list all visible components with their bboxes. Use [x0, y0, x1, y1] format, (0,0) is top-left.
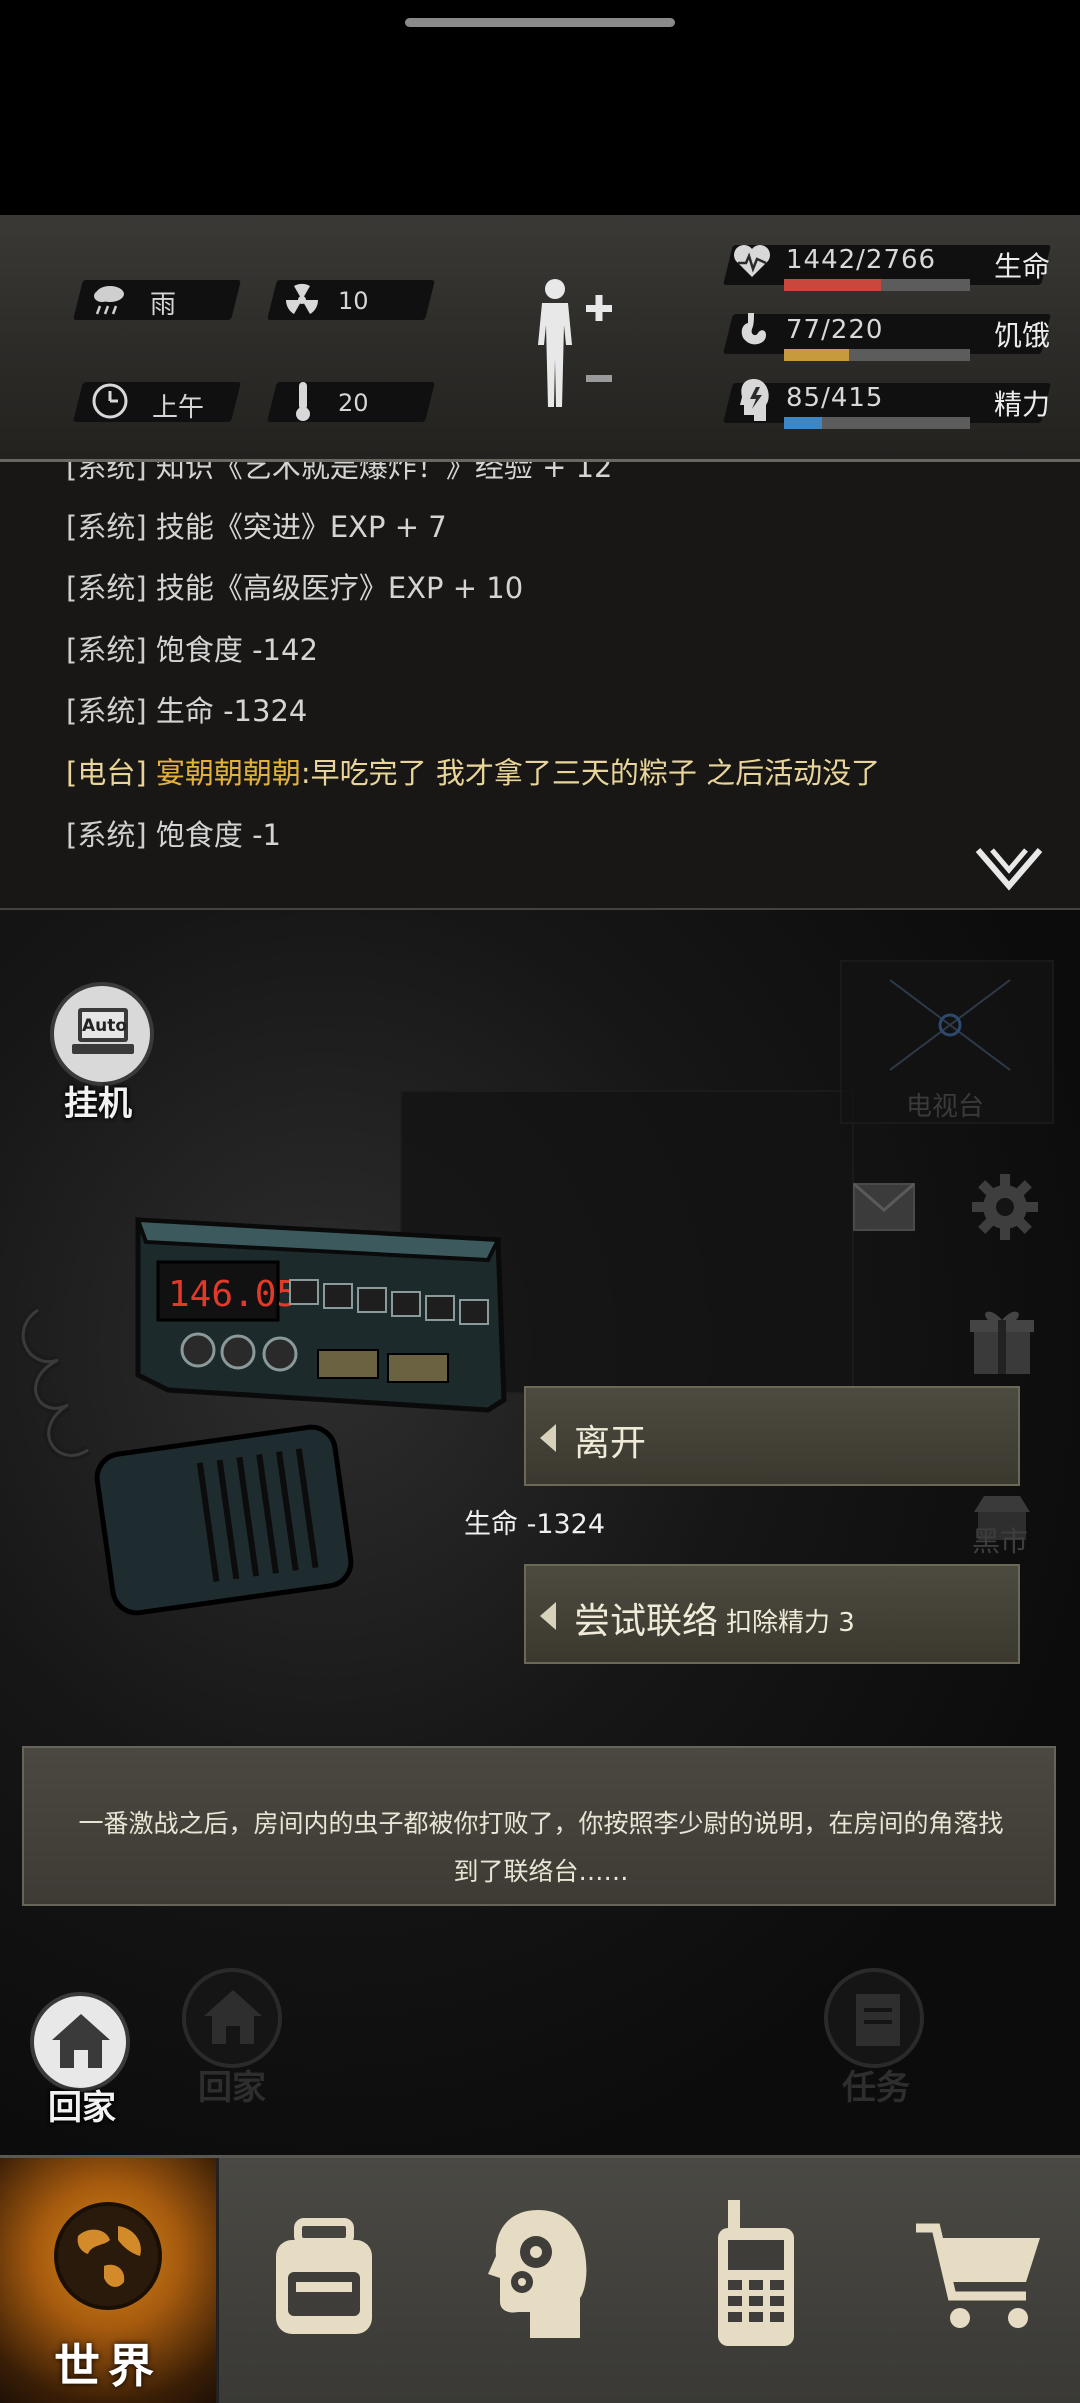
option-try-contact-button[interactable]: 尝试联络 扣除精力 3	[524, 1564, 1020, 1664]
go-home-button[interactable]	[30, 1992, 130, 2092]
settings-gear-icon[interactable]	[970, 1172, 1040, 1242]
health-label: 生命	[994, 250, 1051, 283]
nav-radio-tab[interactable]	[648, 2158, 864, 2403]
health-bar	[784, 279, 970, 291]
scene-area: 电视台 Auto 挂机 黑市 146.05 离开 生命 -1324 尝试联络 扣…	[0, 910, 1080, 2155]
nav-shop-tab[interactable]	[864, 2158, 1080, 2403]
energy-label: 精力	[994, 388, 1051, 421]
head-energy-icon	[740, 379, 769, 421]
nav-world-label: 世界	[54, 2339, 162, 2393]
stats-panel: 雨 10 上午 20 1442/2766 生命 77/220 饥饿 85/415…	[0, 215, 1080, 462]
option-leave-label: 离开	[574, 1423, 647, 1464]
globe-icon	[54, 2202, 162, 2310]
tv-station-icon[interactable]	[880, 970, 1020, 1080]
radio-transceiver-illustration[interactable]: 146.05	[18, 1200, 518, 1620]
home-ghost-label: 回家	[198, 2068, 266, 2108]
nav-backpack-tab[interactable]	[216, 2158, 432, 2403]
weather-value: 雨	[150, 290, 177, 320]
time-value: 上午	[152, 393, 205, 423]
log-line: [系统] 饱食度 -1	[66, 818, 281, 852]
rain-cloud-icon	[94, 286, 124, 315]
clock-icon	[92, 383, 128, 419]
message-log[interactable]: [系统] 知识《艺术就是爆炸！》经验 + 12 [系统] 技能《突进》EXP +…	[0, 462, 1080, 911]
option-cost-label: 扣除精力 3	[726, 1608, 855, 1638]
head-gears-icon	[488, 2210, 587, 2338]
radiation-value: 10	[338, 287, 369, 315]
hunger-bar-fill	[784, 349, 850, 361]
log-line: [系统] 技能《突进》EXP + 7	[66, 510, 447, 544]
black-market-label: 黑市	[972, 1525, 1029, 1558]
tv-station-label: 电视台	[906, 1092, 985, 1122]
energy-text: 85/415	[786, 383, 884, 413]
option-leave-button[interactable]: 离开	[524, 1386, 1020, 1486]
task-list-icon	[856, 1994, 900, 2046]
option-arrow-icon	[540, 1602, 556, 1630]
task-ghost-button	[824, 1968, 924, 2068]
nav-world-tab[interactable]: 世界	[0, 2158, 219, 2403]
home-indicator[interactable]	[405, 18, 675, 27]
energy-bar-fill	[784, 417, 823, 429]
option-try-contact-label: 尝试联络	[574, 1601, 719, 1642]
auto-idle-button[interactable]: Auto	[50, 982, 154, 1086]
bottom-nav: 世界	[0, 2155, 1080, 2403]
log-line: [系统] 知识《艺术就是爆炸！》经验 + 12	[66, 462, 613, 484]
home-ghost-button	[182, 1968, 282, 2068]
log-line: [系统] 饱食度 -142	[66, 633, 318, 667]
auto-label: Auto	[82, 1016, 128, 1036]
go-home-label: 回家	[48, 2088, 116, 2128]
damage-text: 生命 -1324	[464, 1509, 606, 1540]
nav-skills-tab[interactable]	[432, 2158, 648, 2403]
gift-icon[interactable]	[970, 1304, 1034, 1378]
health-bar-fill	[784, 279, 881, 291]
home-ghost-icon	[204, 1990, 262, 2044]
task-ghost-label: 任务	[842, 2068, 910, 2108]
hunger-text: 77/220	[786, 315, 884, 345]
mail-icon[interactable]	[852, 1182, 916, 1232]
shopping-cart-icon	[916, 2223, 1040, 2328]
backpack-icon	[276, 2218, 372, 2334]
log-line: [系统] 技能《高级医疗》EXP + 10	[66, 571, 524, 605]
option-arrow-icon	[540, 1424, 556, 1452]
hunger-bar	[784, 349, 970, 361]
log-line: [系统] 生命 -1324	[66, 694, 308, 728]
hunger-label: 饥饿	[994, 319, 1051, 352]
stomach-icon	[741, 313, 766, 345]
radio-frequency-display: 146.05	[168, 1274, 298, 1315]
radiation-icon	[285, 283, 319, 314]
status-area	[0, 0, 1080, 215]
idle-label: 挂机	[64, 1084, 132, 1124]
energy-bar	[784, 417, 970, 429]
health-text: 1442/2766	[786, 245, 937, 275]
thermometer-icon	[296, 382, 310, 421]
log-line-radio: [电台] 宴朝朝朝朝:早吃完了 我才拿了三天的粽子 之后活动没了	[66, 756, 881, 790]
temperature-value: 20	[338, 389, 369, 417]
home-icon	[52, 2014, 110, 2068]
heart-icon	[734, 245, 770, 277]
story-text: 一番激战之后，房间内的虫子都被你打败了，你按照李少尉的说明，在房间的角落找到了联…	[78, 1809, 1004, 1886]
expand-log-chevron-icon[interactable]	[974, 844, 1044, 892]
story-text-box: 一番激战之后，房间内的虫子都被你打败了，你按照李少尉的说明，在房间的角落找到了联…	[22, 1746, 1056, 1906]
body-status-icon[interactable]	[520, 275, 620, 415]
walkie-talkie-icon	[718, 2200, 794, 2346]
